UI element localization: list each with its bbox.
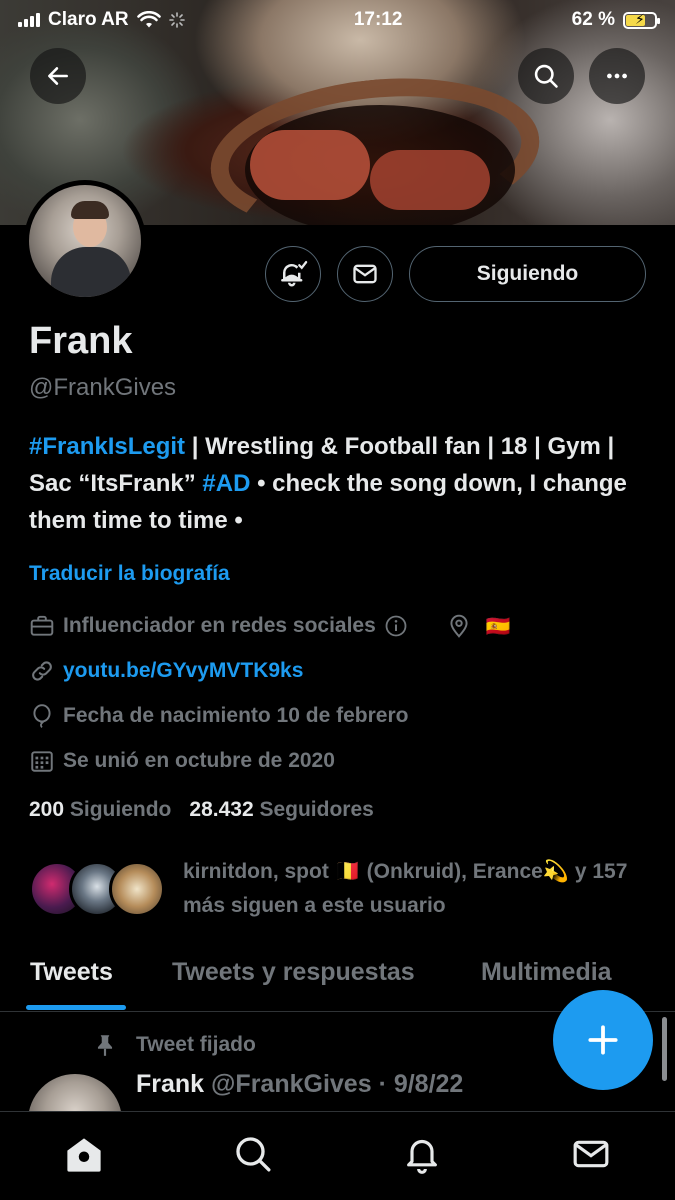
- search-button[interactable]: [518, 48, 574, 104]
- notifications-toggle-button[interactable]: [265, 246, 321, 302]
- banner-hand-shape-2: [370, 150, 490, 210]
- wifi-icon: [136, 11, 161, 28]
- home-icon: [67, 1138, 101, 1172]
- carrier-label: Claro AR: [48, 9, 129, 30]
- category-label: Influenciador en redes sociales: [63, 614, 376, 637]
- nav-home[interactable]: [54, 1134, 114, 1184]
- compose-tweet-button[interactable]: [553, 990, 653, 1090]
- translate-bio-link[interactable]: Traducir la biografía: [29, 562, 230, 586]
- avatar: [109, 861, 165, 917]
- website-link[interactable]: youtu.be/GYvyMVTK9ks: [63, 659, 303, 683]
- nav-notifications[interactable]: [392, 1134, 452, 1184]
- battery-icon: ⚡: [622, 10, 660, 29]
- profile-avatar[interactable]: [24, 180, 146, 302]
- pinned-tweet-label: Tweet fijado: [136, 1033, 256, 1056]
- followed-by-text: kirnitdon, spot 🇧🇪 (Onkruid), Erance💫 y …: [183, 860, 628, 917]
- follow-counts: 200 Siguiendo 28.432 Seguidores: [29, 798, 374, 822]
- followers-count-label: Seguidores: [259, 798, 374, 821]
- envelope-icon: [353, 264, 377, 284]
- clock: 17:12: [353, 9, 403, 30]
- following-button[interactable]: Siguiendo: [409, 246, 646, 302]
- info-icon[interactable]: [384, 614, 408, 638]
- envelope-icon: [573, 1140, 609, 1168]
- banner-hand-shape: [250, 130, 370, 200]
- status-bar: Claro AR 17:12 62 % ⚡: [0, 0, 675, 40]
- battery-percent: 62 %: [571, 9, 615, 30]
- profile-handle: @FrankGives: [29, 374, 177, 401]
- pinned-tweet-label-row: Tweet fijado: [92, 1032, 256, 1058]
- tweet-header[interactable]: Frank @FrankGives · 9/8/22: [136, 1070, 463, 1099]
- birthday-label: Fecha de nacimiento 10 de febrero: [63, 704, 409, 727]
- followed-by-section[interactable]: kirnitdon, spot 🇧🇪 (Onkruid), Erance💫 y …: [29, 855, 653, 923]
- tab-tweets-and-replies[interactable]: Tweets y respuestas: [172, 958, 415, 987]
- profile-name: Frank: [29, 320, 133, 362]
- status-right: 62 % ⚡: [571, 9, 660, 31]
- profile-bio: #FrankIsLegit | Wrestling & Football fan…: [29, 428, 649, 539]
- following-count: 200: [29, 798, 65, 821]
- active-tab-indicator: [26, 1005, 126, 1010]
- scrollbar-thumb[interactable]: [662, 1017, 667, 1081]
- tab-tweets[interactable]: Tweets: [30, 958, 113, 987]
- status-left: Claro AR: [18, 9, 185, 31]
- more-options-button[interactable]: [589, 48, 645, 104]
- tweet-date: · 9/8/22: [378, 1070, 464, 1098]
- hashtag-link[interactable]: #AD: [202, 470, 250, 497]
- bell-icon: [406, 1139, 437, 1174]
- loading-spinner-icon: [168, 12, 185, 28]
- location-pin-icon: [450, 614, 468, 638]
- briefcase-icon: [30, 615, 54, 636]
- pin-icon: [97, 1035, 113, 1056]
- bottom-navigation: [0, 1111, 675, 1200]
- avatar-hair-shape: [71, 201, 109, 219]
- avatar-body-shape: [51, 247, 131, 297]
- followers-count-link[interactable]: 28.432 Seguidores: [189, 798, 373, 822]
- location-flag: 🇪🇸: [485, 615, 511, 638]
- search-icon: [236, 1137, 271, 1172]
- category-row: Influenciador en redes sociales 🇪🇸: [29, 613, 511, 639]
- signal-icon: [18, 13, 40, 27]
- charging-bolt-icon: ⚡: [634, 10, 645, 27]
- balloon-icon: [33, 704, 51, 728]
- plus-icon: [588, 1025, 618, 1055]
- tweet-author-handle: @FrankGives: [211, 1070, 372, 1098]
- tab-media[interactable]: Multimedia: [481, 958, 612, 987]
- hashtag-link[interactable]: #FrankIsLegit: [29, 433, 185, 460]
- birthday-row: Fecha de nacimiento 10 de febrero: [29, 703, 408, 729]
- following-count-link[interactable]: 200 Siguiendo: [29, 798, 171, 822]
- joined-row: Se unió en octubre de 2020: [29, 748, 335, 774]
- more-horizontal-icon: [607, 73, 627, 79]
- website-row: youtu.be/GYvyMVTK9ks: [29, 658, 303, 684]
- message-button[interactable]: [337, 246, 393, 302]
- nav-messages[interactable]: [561, 1134, 621, 1184]
- tweet-author-name: Frank: [136, 1070, 205, 1098]
- followers-count: 28.432: [189, 798, 254, 821]
- nav-search[interactable]: [223, 1134, 283, 1184]
- calendar-icon: [31, 751, 53, 772]
- joined-label: Se unió en octubre de 2020: [63, 749, 335, 772]
- following-count-label: Siguiendo: [69, 798, 172, 821]
- followed-by-avatars: [29, 855, 169, 917]
- arrow-left-icon: [48, 67, 68, 85]
- back-button[interactable]: [30, 48, 86, 104]
- search-icon: [534, 64, 558, 88]
- link-icon: [32, 661, 52, 681]
- bell-check-icon: [281, 261, 308, 287]
